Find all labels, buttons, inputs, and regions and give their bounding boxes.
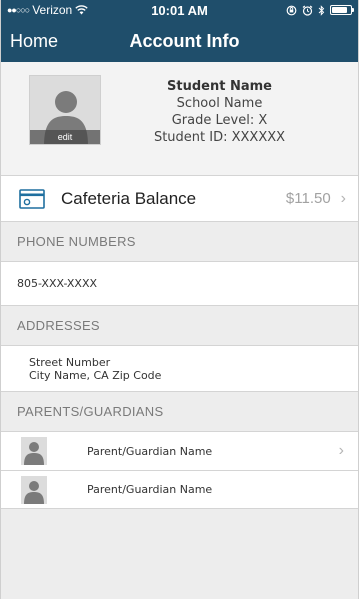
signal-strength-icon: ●●○○○ [7,5,30,15]
student-avatar[interactable]: edit [29,75,101,145]
person-silhouette-icon [24,480,44,504]
phone-numbers-header: PHONE NUMBERS [1,222,358,262]
address-line-2: City Name, CA Zip Code [29,369,162,382]
guardian-row[interactable]: Parent/Guardian Name [1,470,358,508]
navigation-bar: Home Account Info [1,20,358,62]
parents-guardians-header: PARENTS/GUARDIANS [1,392,358,432]
phone-number: 805-XXX-XXXX [17,277,98,290]
chevron-right-icon: › [340,189,346,207]
battery-level [332,7,348,13]
rotation-lock-icon [286,5,297,15]
guardian-avatar [21,475,47,504]
guardian-avatar [21,437,47,465]
alarm-icon [302,5,313,16]
guardian-row[interactable]: Parent/Guardian Name › [1,432,358,470]
cafeteria-balance-row[interactable]: Cafeteria Balance $11.50 › [1,176,358,222]
status-bar: ●●○○○ Verizon 10:01 AM [1,0,358,20]
phone-number-row[interactable]: 805-XXX-XXXX [1,262,358,306]
top-bar: ●●○○○ Verizon 10:01 AM Home Account Info [1,0,358,62]
battery-icon [330,5,354,15]
student-id: Student ID: XXXXXX [153,130,286,145]
student-profile: edit Student Name School Name Grade Leve… [1,62,358,176]
guardian-name: Parent/Guardian Name [87,444,213,458]
home-back-button[interactable]: Home [10,31,58,52]
status-right [286,4,354,16]
status-left: ●●○○○ Verizon [7,3,88,17]
address-line-1: Street Number [29,356,111,369]
bluetooth-icon [318,4,325,16]
grade-level: Grade Level: X [171,113,268,128]
credit-card-icon [19,188,45,209]
chevron-right-icon: › [338,442,344,459]
edit-photo-button[interactable]: edit [30,130,100,144]
student-name: Student Name [167,79,272,94]
carrier-name: Verizon [32,3,73,17]
student-info: Student Name School Name Grade Level: X … [121,78,318,146]
addresses-header: ADDRESSES [1,306,358,346]
guardian-name: Parent/Guardian Name [87,483,213,496]
guardians-list: Parent/Guardian Name › Parent/Guardian N… [1,432,358,509]
wifi-icon [75,5,88,15]
cafeteria-balance-label: Cafeteria Balance [61,188,197,208]
person-silhouette-icon [24,442,44,465]
cafeteria-balance-amount: $11.50 [285,190,331,207]
school-name: School Name [176,96,263,111]
address-row[interactable]: Street Number City Name, CA Zip Code [1,346,358,392]
